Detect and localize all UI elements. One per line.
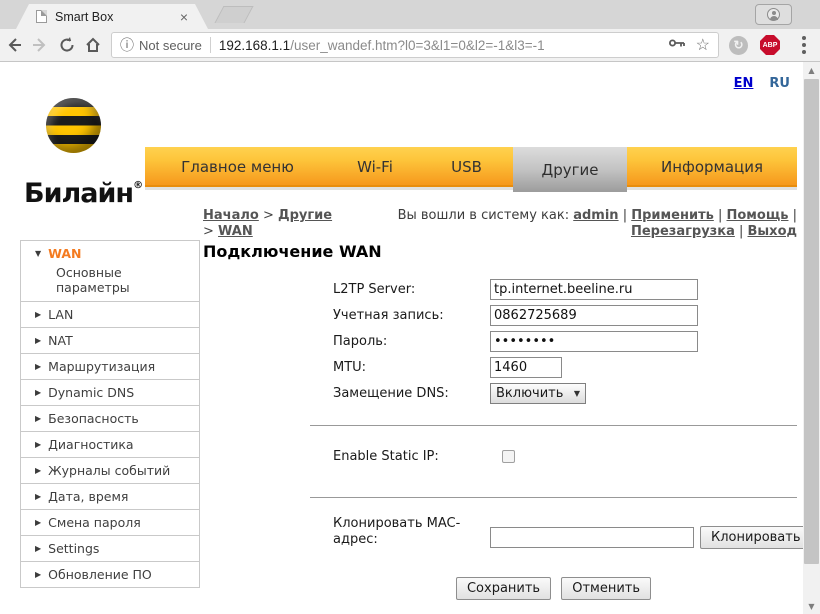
static-ip-row: Enable Static IP: <box>333 449 515 464</box>
url-separator <box>209 37 211 53</box>
reload-button[interactable] <box>55 31 79 59</box>
save-button[interactable]: Сохранить <box>455 577 552 600</box>
info-icon: ⓘ <box>120 37 134 53</box>
browser-toolbar: ⓘ Not secure 192.168.1.1/user_wandef.htm… <box>0 29 820 62</box>
account-label: Учетная запись: <box>333 308 444 323</box>
password-label: Пароль: <box>333 334 388 349</box>
password-key-icon[interactable] <box>668 36 686 54</box>
person-icon <box>767 8 780 21</box>
section-divider <box>310 497 797 498</box>
site-security-chip[interactable]: ⓘ Not secure <box>120 35 202 55</box>
mtu-label: MTU: <box>333 360 367 375</box>
mac-address-input[interactable] <box>490 527 694 548</box>
form-actions: Сохранить Отменить <box>310 577 797 600</box>
select-arrow-icon: ▼ <box>573 389 580 398</box>
password-input[interactable] <box>490 331 698 352</box>
page-viewport: EN RU Билайн® Главное меню Wi-Fi USB Друг… <box>0 62 820 614</box>
new-tab-button[interactable] <box>214 6 254 23</box>
dns-row: Замещение DNS: Включить ▼ <box>333 383 586 404</box>
forward-button[interactable] <box>28 31 52 59</box>
extension-area: ↻ ABP <box>729 35 820 55</box>
scroll-down-icon[interactable]: ▼ <box>803 598 820 614</box>
dns-override-label: Замещение DNS: <box>333 386 449 401</box>
dns-override-select[interactable]: Включить ▼ <box>490 383 586 404</box>
clone-button[interactable]: Клонировать <box>700 526 812 549</box>
mtu-row: MTU: <box>333 357 562 378</box>
tab-close-icon[interactable]: × <box>180 10 188 24</box>
static-ip-label: Enable Static IP: <box>333 449 439 464</box>
account-row: Учетная запись: <box>333 305 698 326</box>
back-button[interactable] <box>2 31 26 59</box>
browser-menu-icon[interactable] <box>802 36 806 40</box>
url-domain: 192.168.1.1 <box>218 37 291 53</box>
tab-title: Smart Box <box>55 9 114 24</box>
extension-sync-icon[interactable]: ↻ <box>729 35 748 55</box>
url-path: /user_wandef.htm?l0=3&l1=0&l2=-1&l3=-1 <box>290 37 545 53</box>
adblock-extension-icon[interactable]: ABP <box>760 35 780 55</box>
scroll-up-icon[interactable]: ▲ <box>803 62 820 78</box>
cancel-button[interactable]: Отменить <box>561 577 652 600</box>
url-bar[interactable]: ⓘ Not secure 192.168.1.1/user_wandef.htm… <box>111 32 719 58</box>
password-row: Пароль: <box>333 331 698 352</box>
page-favicon-icon <box>36 10 47 23</box>
profile-button[interactable] <box>755 4 792 25</box>
tab-strip: Smart Box × <box>0 0 820 29</box>
l2tp-row: L2TP Server: <box>333 279 698 300</box>
l2tp-server-input[interactable] <box>490 279 698 300</box>
scrollbar-thumb[interactable] <box>804 79 819 564</box>
static-ip-checkbox[interactable] <box>502 450 515 463</box>
dns-select-value: Включить <box>496 386 564 401</box>
security-label: Not secure <box>139 37 202 53</box>
wan-form: L2TP Server: Учетная запись: Пароль: MTU… <box>0 62 820 614</box>
browser-tab[interactable]: Smart Box × <box>16 4 208 29</box>
mac-clone-label: Клонировать MAC- адрес: <box>333 516 461 547</box>
bookmark-star-icon[interactable]: ☆ <box>696 35 710 55</box>
section-divider <box>310 425 797 426</box>
l2tp-label: L2TP Server: <box>333 282 416 297</box>
browser-window: Smart Box × ⓘ Not secure 192.168.1.1/use <box>0 0 820 614</box>
mtu-input[interactable] <box>490 357 562 378</box>
page-scrollbar[interactable]: ▲ ▼ <box>803 62 820 614</box>
home-button[interactable] <box>81 31 105 59</box>
account-input[interactable] <box>490 305 698 326</box>
url-text[interactable]: 192.168.1.1/user_wandef.htm?l0=3&l1=0&l2… <box>219 38 664 53</box>
